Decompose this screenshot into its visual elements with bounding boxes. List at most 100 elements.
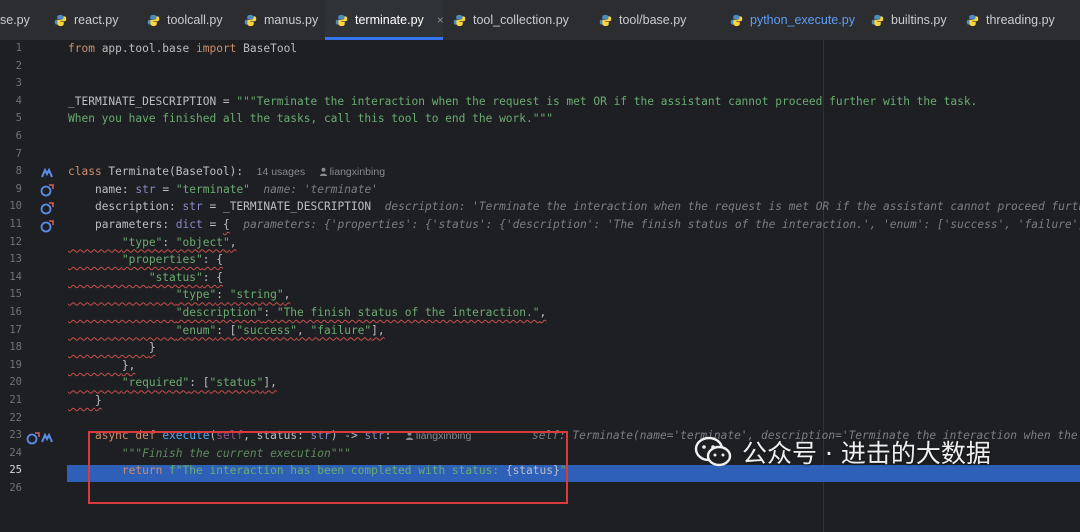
keyword: async	[94, 429, 129, 443]
tab-se-py[interactable]: se.py	[0, 0, 44, 40]
string-literal: "object"	[175, 235, 230, 249]
string-literal: "The finish status of the interaction."	[276, 306, 540, 319]
attribute-name: name	[94, 182, 122, 196]
dict-key: "enum"	[175, 323, 217, 337]
python-file-icon	[147, 14, 160, 26]
string-literal: "terminate"	[175, 182, 250, 196]
line-number: 9	[15, 182, 22, 195]
assignment: = _TERMINATE_DESCRIPTION	[202, 200, 372, 214]
python-file-icon	[966, 14, 979, 26]
code-line[interactable]: 19 },	[0, 357, 1080, 375]
tab-toolcall-py[interactable]: toolcall.py	[137, 0, 234, 40]
brace: }	[94, 394, 102, 407]
code-line[interactable]: 10 description: str = _TERMINATE_DESCRIP…	[0, 198, 1080, 216]
line-number: 18	[9, 341, 22, 354]
punctuation: ],	[371, 323, 385, 337]
tab-terminate-py[interactable]: terminate.py ×	[325, 0, 444, 40]
editor-tab-bar: se.py react.py toolcall.py manus.py terminat…	[0, 0, 1080, 41]
wechat-icon	[694, 436, 732, 467]
code-line[interactable]: 22	[0, 410, 1080, 428]
line-number: 20	[9, 376, 22, 389]
tab-tool-collection-py[interactable]: tool_collection.py	[443, 0, 589, 40]
code-line[interactable]: 5 When you have finished all the tasks, …	[0, 110, 1080, 128]
code-line[interactable]: 11 parameters: dict = { parameters: {'pr…	[0, 216, 1080, 234]
code-line[interactable]: 1 from app.tool.base import BaseTool	[0, 40, 1080, 58]
line-number: 3	[15, 77, 22, 90]
line-number: 13	[9, 253, 22, 266]
code-line[interactable]: 18 }	[0, 339, 1080, 357]
tab-python-execute-py[interactable]: python_execute.py	[720, 0, 861, 40]
inlay-hint: parameters: {'properties': {'status': {'…	[243, 218, 1080, 231]
string-literal: "	[559, 464, 567, 478]
code-line[interactable]: 14 "status": {	[0, 269, 1080, 287]
author-name: liangxinbing	[415, 430, 472, 443]
type-name: str	[135, 182, 156, 196]
line-number: 11	[9, 218, 22, 230]
tab-builtins-py[interactable]: builtins.py	[861, 0, 956, 40]
tab-react-py[interactable]: react.py	[44, 0, 137, 40]
tab-tool-base-py[interactable]: tool/base.py	[589, 0, 720, 40]
brace: {	[216, 253, 223, 267]
line-number: 7	[15, 147, 22, 160]
dict-key: "type"	[121, 235, 163, 249]
code-line[interactable]: 3	[0, 75, 1080, 93]
keyword: import	[196, 42, 237, 55]
line-number: 23	[9, 429, 22, 442]
line-number: 8	[15, 165, 22, 178]
code-line[interactable]: 12 "type": "object",	[0, 234, 1080, 252]
tab-threading-py[interactable]: threading.py	[956, 0, 1070, 40]
operator: =	[202, 218, 223, 231]
code-line[interactable]: 8 class Terminate(BaseTool): 14 usages l…	[0, 163, 1080, 181]
code-line[interactable]: 15 "type": "string",	[0, 286, 1080, 304]
punctuation: :	[121, 182, 136, 196]
code-line[interactable]: 9 name: str = "terminate" name: 'termina…	[0, 181, 1080, 199]
inlay-hint: description: 'Terminate the interaction …	[384, 200, 1080, 214]
tab-label: react.py	[74, 13, 119, 27]
tab-label: manus.py	[264, 13, 319, 27]
brace: }	[148, 341, 156, 355]
author-name: liangxinbing	[329, 166, 386, 179]
type-name: str	[310, 429, 331, 443]
code-line[interactable]: 13 "properties": {	[0, 251, 1080, 269]
class-signature: Terminate(BaseTool):	[101, 165, 244, 179]
dict-key: "description"	[175, 306, 264, 319]
tab-label: tool_collection.py	[473, 13, 569, 27]
import-name: BaseTool	[236, 42, 298, 55]
string-literal: "status"	[209, 376, 264, 390]
line-number: 10	[9, 200, 22, 213]
interpolation: {status}	[505, 464, 560, 478]
author-hint[interactable]: liangxinbing	[319, 166, 385, 178]
keyword: class	[68, 165, 102, 179]
code-line[interactable]: 21 }	[0, 392, 1080, 410]
module-name: app.tool.base	[94, 42, 196, 55]
punctuation: :	[162, 235, 176, 249]
punctuation: :	[384, 429, 392, 443]
code-line[interactable]: 6	[0, 128, 1080, 146]
function-name: execute	[162, 429, 210, 443]
code-line[interactable]: 2	[0, 58, 1080, 76]
punctuation: : [	[216, 323, 237, 337]
code-line[interactable]: 17 "enum": ["success", "failure"],	[0, 322, 1080, 340]
tab-manus-py[interactable]: manus.py	[234, 0, 325, 40]
author-hint[interactable]: liangxinbing	[405, 430, 471, 442]
code-line[interactable]: 16 "description": "The finish status of …	[0, 304, 1080, 322]
code-line[interactable]: 4 _TERMINATE_DESCRIPTION = """Terminate …	[0, 93, 1080, 111]
code-line[interactable]: 26	[0, 480, 1080, 498]
code-line[interactable]: 7	[0, 146, 1080, 164]
code-line[interactable]: 20 "required": ["status"],	[0, 374, 1080, 392]
usages-link[interactable]: 14 usages	[257, 166, 305, 178]
dict-key: "properties"	[121, 253, 203, 267]
python-file-icon	[730, 14, 743, 26]
line-number: 22	[9, 411, 22, 424]
type-name: dict	[175, 218, 203, 231]
user-icon	[319, 167, 327, 177]
line-number: 14	[9, 270, 22, 283]
brace: },	[121, 358, 136, 372]
